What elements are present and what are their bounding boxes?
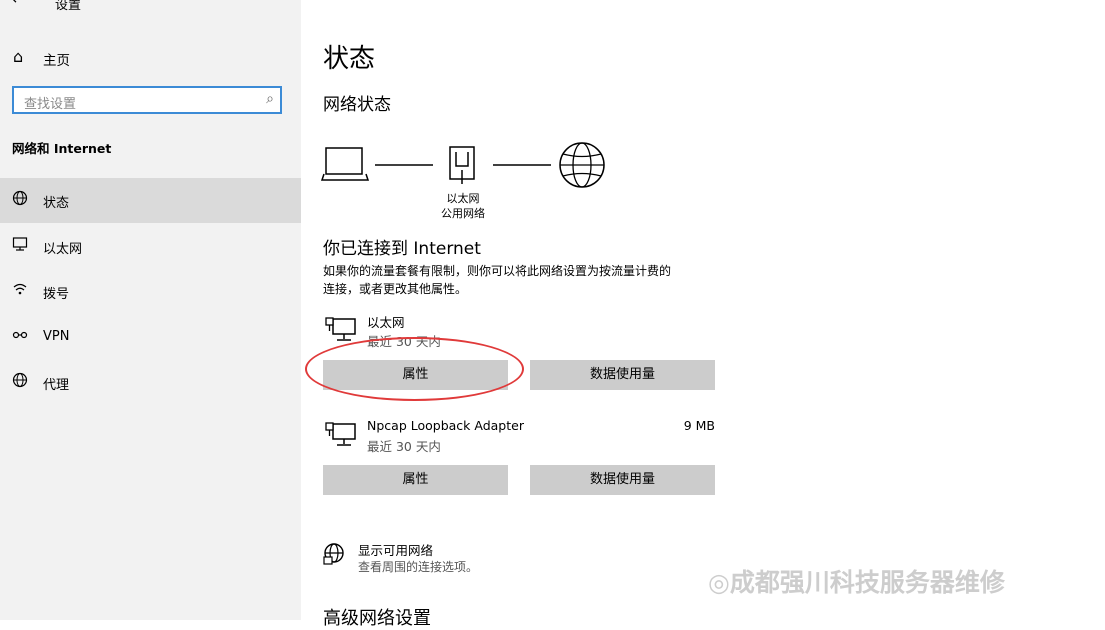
sidebar-item-label: 拨号 — [43, 287, 70, 302]
sidebar-item-dialup[interactable]: 拨号 — [0, 269, 301, 314]
search-icon[interactable]: ⌕ — [266, 91, 274, 107]
page-title: 状态 — [323, 44, 376, 74]
adapter-name[interactable]: 以太网 — [367, 312, 405, 331]
ethernet-adapter-icon — [325, 422, 356, 446]
watermark: ◎成都强川科技服务器维修 — [708, 568, 1005, 597]
monitor-icon — [11, 236, 29, 254]
network-status-title: 网络状态 — [323, 95, 391, 115]
vpn-icon — [11, 327, 29, 345]
ethernet-adapter-icon — [325, 317, 356, 341]
window-title: 设置 — [55, 0, 82, 13]
sidebar-item-label: VPN — [43, 329, 70, 344]
globe-icon — [11, 372, 29, 390]
red-highlight-ellipse — [305, 337, 524, 401]
sidebar-item-label: 主页 — [43, 53, 70, 69]
home-icon: ⌂ — [13, 47, 24, 66]
data-usage-button[interactable]: 数据使用量 — [530, 465, 715, 495]
ethernet-port-icon — [449, 146, 475, 184]
sidebar-item-ethernet[interactable]: 以太网 — [0, 224, 301, 269]
sidebar-item-label: 代理 — [43, 378, 70, 393]
laptop-icon — [320, 147, 370, 181]
show-available-networks-link[interactable]: 显示可用网络 — [358, 540, 433, 559]
dialup-icon — [11, 281, 29, 299]
globe-icon — [11, 190, 29, 208]
search-input[interactable]: 查找设置 ⌕ — [12, 86, 282, 114]
search-placeholder: 查找设置 — [24, 97, 77, 112]
sidebar-item-label: 状态 — [43, 196, 70, 211]
sidebar: ← 设置 ⌂ 主页 查找设置 ⌕ 网络和 Internet 状态 以太网 拨号 … — [0, 0, 301, 620]
sidebar-item-label: 以太网 — [43, 242, 83, 257]
back-arrow-icon[interactable]: ← — [12, 0, 25, 8]
adapter-period: 最近 30 天内 — [367, 439, 441, 454]
sidebar-item-home[interactable]: ⌂ 主页 — [0, 44, 301, 72]
section-title: 网络和 Internet — [12, 141, 112, 156]
advanced-network-settings-title: 高级网络设置 — [323, 608, 431, 629]
diagram-adapter-name: 以太网 — [446, 192, 480, 205]
adapter-usage: 9 MB — [683, 418, 715, 433]
description-line-2: 连接，或者更改其他属性。 — [323, 282, 468, 296]
connected-title: 你已连接到 Internet — [323, 239, 481, 259]
sidebar-item-proxy[interactable]: 代理 — [0, 360, 301, 405]
network-diagram — [320, 142, 605, 188]
globe-icon — [559, 142, 605, 188]
show-available-networks-subtitle: 查看周围的连接选项。 — [358, 560, 479, 574]
adapter-name[interactable]: Npcap Loopback Adapter — [367, 418, 524, 433]
description-line-1: 如果你的流量套餐有限制，则你可以将此网络设置为按流量计费的 — [323, 264, 672, 278]
properties-button[interactable]: 属性 — [323, 465, 508, 495]
available-networks-icon[interactable] — [322, 542, 346, 566]
sidebar-item-status[interactable]: 状态 — [0, 178, 301, 223]
data-usage-button[interactable]: 数据使用量 — [530, 360, 715, 390]
sidebar-item-vpn[interactable]: VPN — [0, 315, 301, 360]
diagram-adapter-type: 公用网络 — [441, 207, 485, 220]
